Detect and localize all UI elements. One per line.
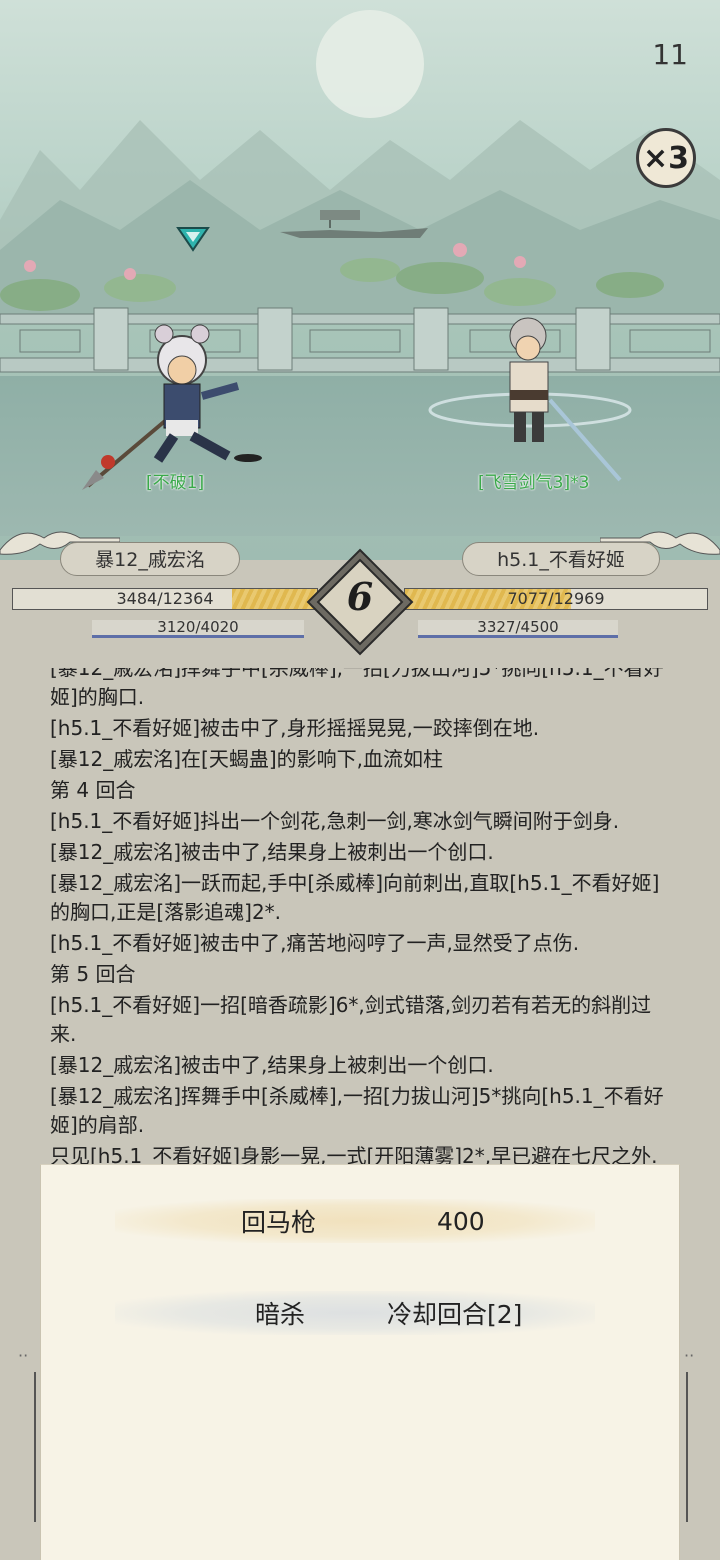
log-line: [暴12_戚宏洺]在[天蝎蛊]的影响下,血流如柱 bbox=[50, 747, 444, 771]
side-dots-right: ·· bbox=[684, 1346, 695, 1365]
status-panel: 暴12_戚宏洺 h5.1_不看好姬 3484/12364 7077/12969 … bbox=[0, 520, 720, 656]
enemy-mp-bar: 3327/4500 bbox=[418, 618, 618, 638]
player-name: 暴12_戚宏洺 bbox=[60, 542, 240, 576]
enemy-character[interactable] bbox=[420, 310, 640, 490]
log-line: [h5.1_不看好姬]一招[暗香疏影]6*,剑式错落,剑刃若有若无的斜削过来. bbox=[50, 993, 652, 1046]
side-bracket-right bbox=[680, 1372, 688, 1522]
skill-option-1[interactable]: 回马枪 400 bbox=[115, 1199, 595, 1243]
battle-log-content: [暴12_戚宏洺]挥舞手中[杀威棒],一招[力拔山河]5*挑向[h5.1_不看好… bbox=[50, 668, 670, 1168]
skill-1-name: 回马枪 bbox=[241, 1208, 317, 1237]
log-line: [h5.1_不看好姬]被击中了,痛苦地闷哼了一声,显然受了点伤. bbox=[50, 931, 580, 955]
turn-counter: 11 bbox=[652, 38, 688, 71]
log-line: [暴12_戚宏洺]被击中了,结果身上被刺出一个创口. bbox=[50, 1053, 494, 1077]
enemy-name: h5.1_不看好姬 bbox=[462, 542, 660, 576]
battle-scene: 11 ×3 [不破1] [飞雪剑气3]*3 bbox=[0, 0, 720, 560]
log-line: [暴12_戚宏洺]挥舞手中[杀威棒],一招[力拔山河]5*挑向[h5.1_不看好… bbox=[50, 668, 664, 709]
skill-popup: 回马枪 400 暗杀 冷却回合[2] bbox=[40, 1164, 680, 1560]
player-character[interactable] bbox=[78, 320, 268, 490]
player-hp-text: 3484/12364 bbox=[116, 589, 214, 608]
player-hp-bar: 3484/12364 bbox=[12, 588, 318, 610]
enemy-buff-label: [飞雪剑气3]*3 bbox=[478, 473, 590, 493]
log-line: 第 5 回合 bbox=[50, 962, 136, 986]
log-line: 第 4 回合 bbox=[50, 778, 136, 802]
player-mp-bar: 3120/4020 bbox=[92, 618, 304, 638]
skill-option-2[interactable]: 暗杀 冷却回合[2] bbox=[115, 1291, 595, 1335]
enemy-hp-bar: 7077/12969 bbox=[404, 588, 708, 610]
round-number: 6 bbox=[346, 574, 374, 619]
log-line: [暴12_戚宏洺]挥舞手中[杀威棒],一招[力拔山河]5*挑向[h5.1_不看好… bbox=[50, 1084, 664, 1137]
skill-1-value: 400 bbox=[437, 1206, 485, 1236]
log-line: [暴12_戚宏洺]一跃而起,手中[杀威棒]向前刺出,直取[h5.1_不看好姬]的… bbox=[50, 871, 660, 924]
log-line: [暴12_戚宏洺]被击中了,结果身上被刺出一个创口. bbox=[50, 840, 494, 864]
side-dots-left: ·· bbox=[18, 1346, 29, 1365]
skill-2-cooldown: 冷却回合[2] bbox=[387, 1300, 523, 1329]
battle-log[interactable]: [暴12_戚宏洺]挥舞手中[杀威棒],一招[力拔山河]5*挑向[h5.1_不看好… bbox=[50, 668, 670, 1168]
log-line: [h5.1_不看好姬]抖出一个剑花,急刺一剑,寒冰剑气瞬间附于剑身. bbox=[50, 809, 620, 833]
enemy-hp-text: 7077/12969 bbox=[507, 589, 605, 608]
enemy-mp-text: 3327/4500 bbox=[477, 618, 559, 636]
player-buff-label: [不破1] bbox=[146, 473, 205, 493]
player-mp-text: 3120/4020 bbox=[157, 618, 239, 636]
skill-2-name: 暗杀 bbox=[255, 1300, 306, 1329]
round-badge: 6 bbox=[306, 548, 414, 656]
speed-button[interactable]: ×3 bbox=[636, 128, 696, 188]
log-line: [h5.1_不看好姬]被击中了,身形摇摇晃晃,一跤摔倒在地. bbox=[50, 716, 540, 740]
